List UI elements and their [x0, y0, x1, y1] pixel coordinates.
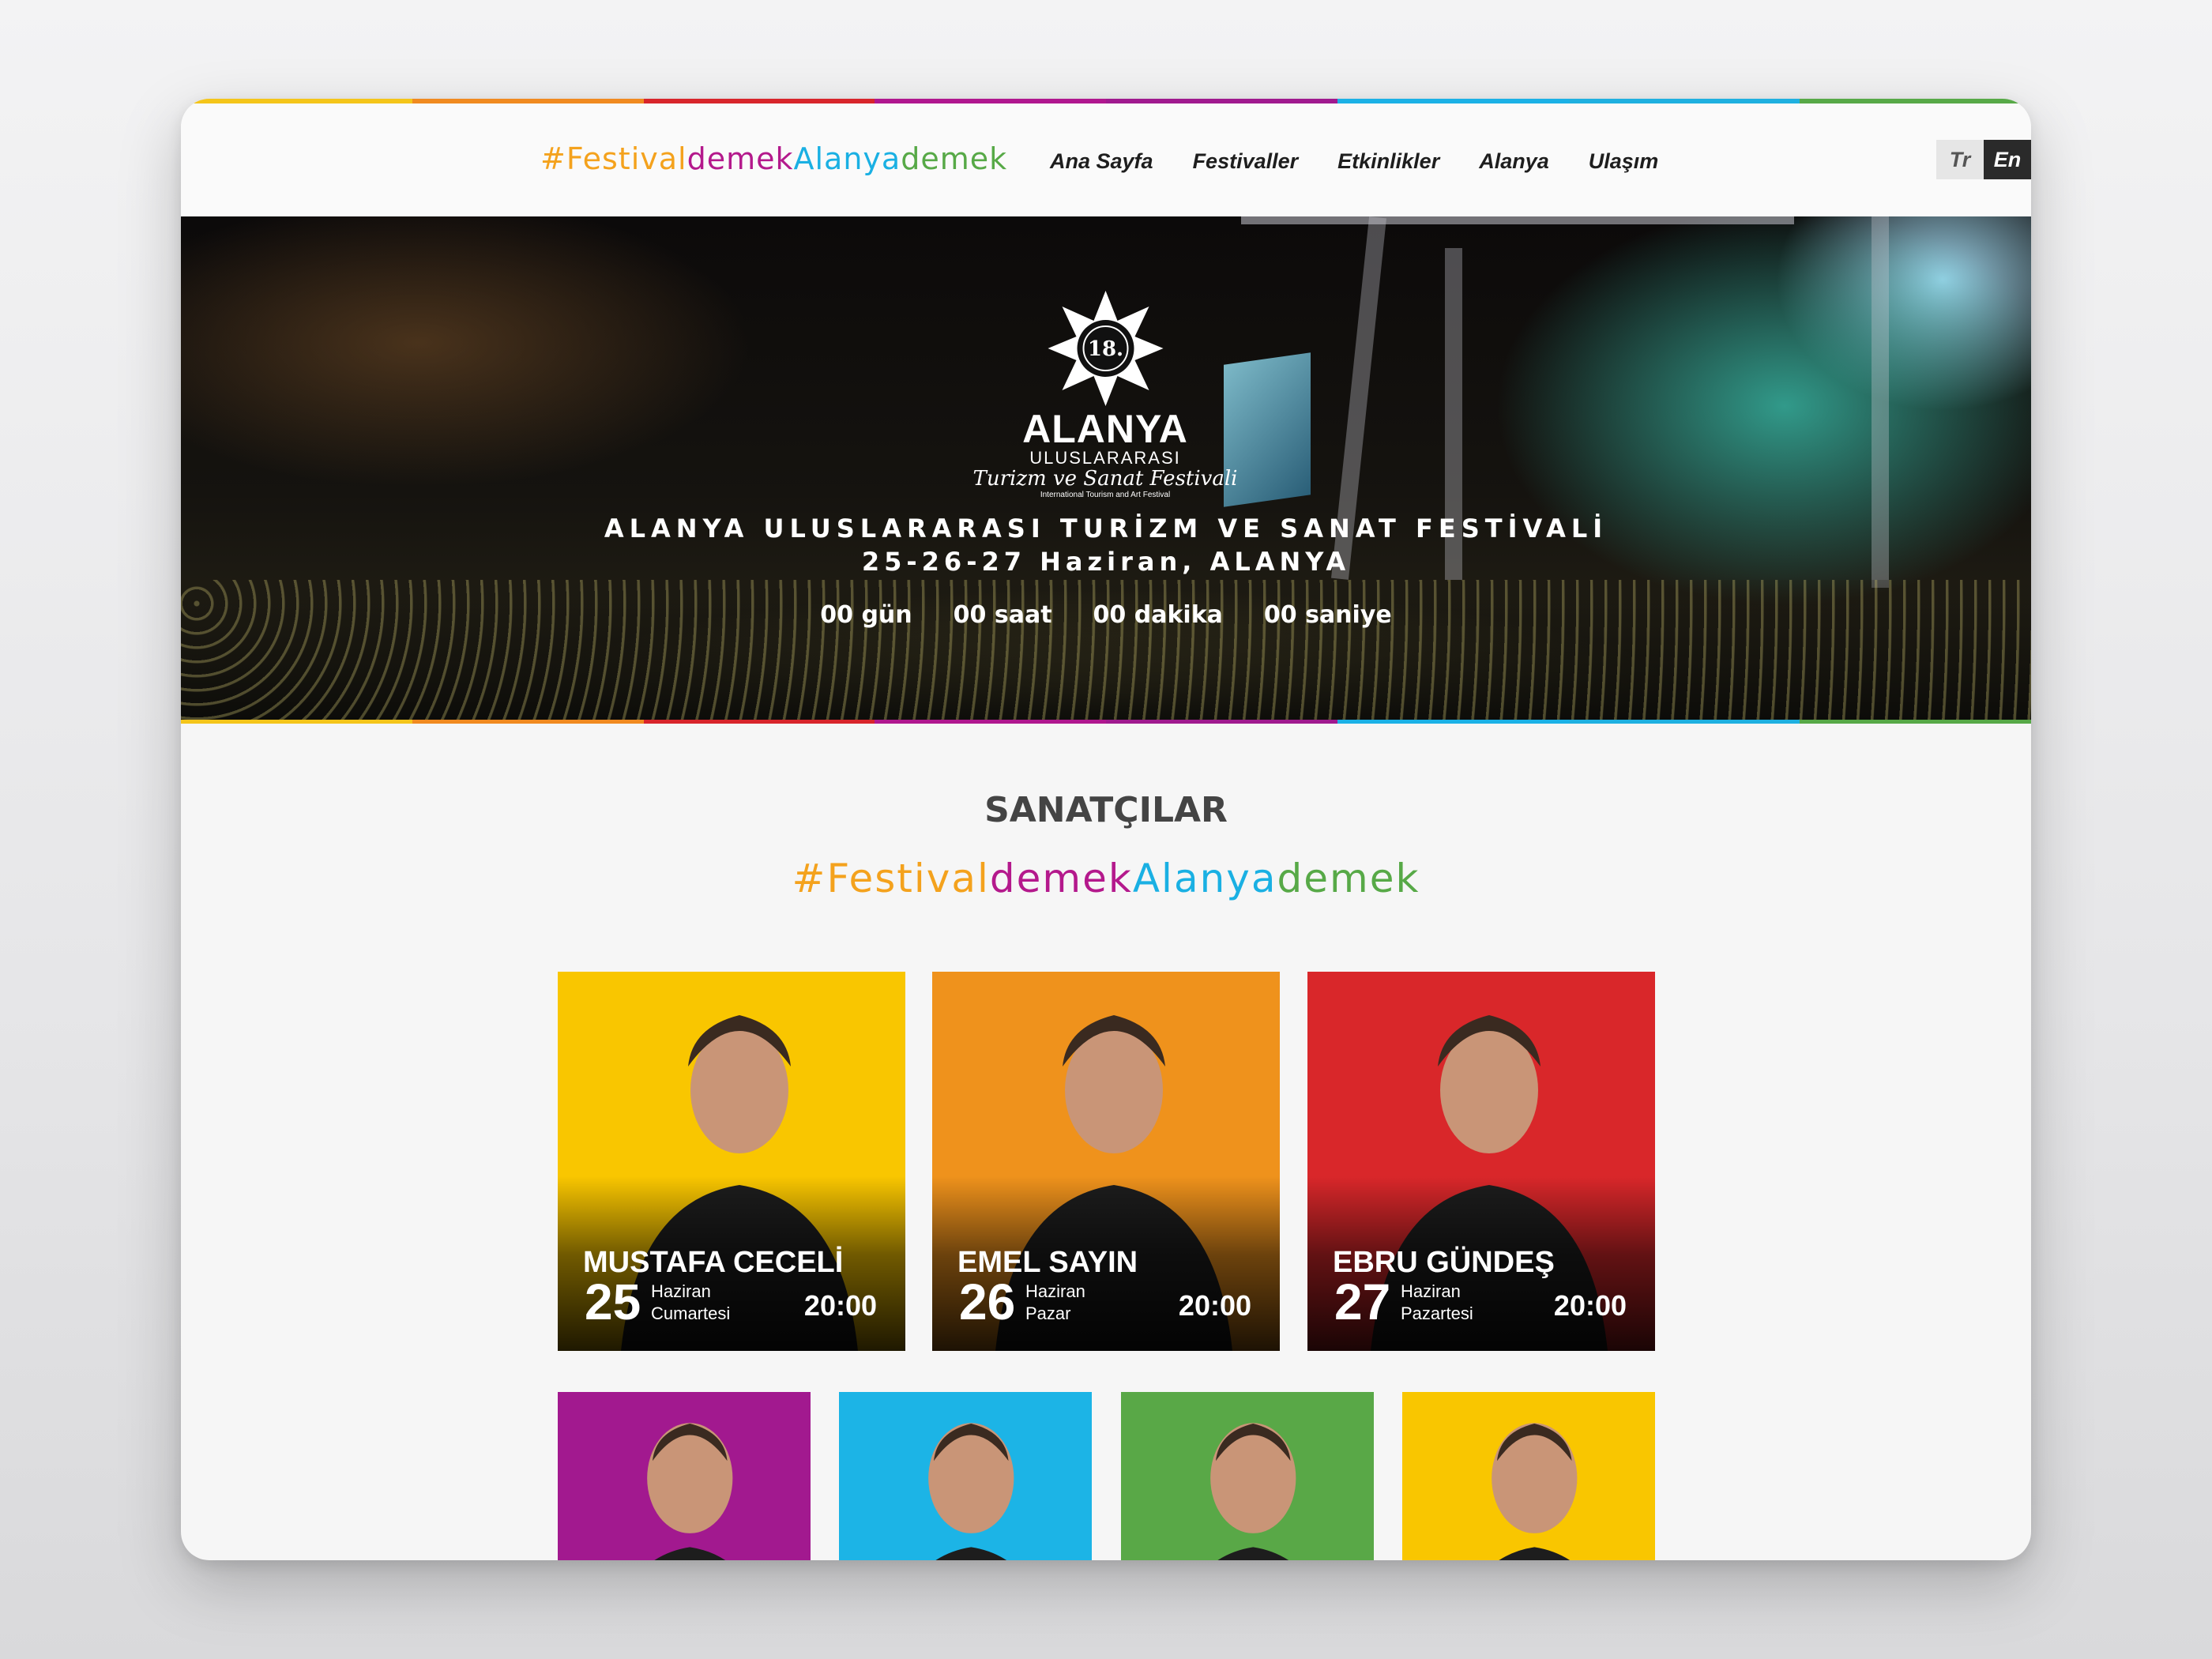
- logo-english: International Tourism and Art Festival: [1040, 490, 1171, 499]
- stripe-segment: [1568, 720, 1800, 724]
- stripe-segment: [1800, 720, 2031, 724]
- artist-card[interactable]: [558, 1392, 811, 1560]
- lang-en-button[interactable]: En: [1984, 140, 2031, 179]
- lang-tr-button[interactable]: Tr: [1936, 140, 1984, 179]
- countdown-timer: 00 gün 00 saat 00 dakika 00 saniye: [181, 601, 2031, 629]
- artist-weekday: Pazar: [1025, 1304, 1071, 1323]
- nav-item-festivaller[interactable]: Festivaller: [1193, 149, 1299, 174]
- hero-banner: 18. ALANYA ULUSLARARASI Turizm ve Sanat …: [181, 216, 2031, 722]
- stripe-segment: [412, 720, 644, 724]
- festival-star-badge-icon: 18.: [1048, 291, 1163, 406]
- artist-month: Haziran: [1401, 1281, 1461, 1301]
- hashtag-part: demek: [1277, 856, 1420, 901]
- brand-hashtag-logo[interactable]: #FestivaldemekAlanyademek: [540, 141, 1007, 176]
- nav-item-alanya[interactable]: Alanya: [1479, 149, 1549, 174]
- nav-item-ulasim[interactable]: Ulaşım: [1589, 149, 1659, 174]
- artist-month: Haziran: [1025, 1281, 1085, 1301]
- logo-uluslararasi: ULUSLARARASI: [1029, 448, 1181, 468]
- language-switcher: Tr En: [1936, 140, 2031, 179]
- countdown-hours: 00 saat: [953, 601, 1052, 629]
- nav-item-ana-sayfa[interactable]: Ana Sayfa: [1050, 149, 1153, 174]
- logo-alanya: ALANYA: [1022, 407, 1188, 451]
- hero-title: ALANYA ULUSLARARASI TURİZM VE SANAT FEST…: [604, 514, 1608, 544]
- countdown-minutes: 00 dakika: [1093, 601, 1223, 629]
- stripe-segment: [181, 720, 412, 724]
- festival-badge-number: 18.: [1087, 337, 1123, 361]
- hashtag-part: demek: [989, 856, 1133, 901]
- hashtag-part: Alanya: [1132, 856, 1277, 901]
- artist-card[interactable]: [1121, 1392, 1374, 1560]
- artist-photo: [1402, 1392, 1655, 1560]
- countdown-days: 00 gün: [820, 601, 912, 629]
- festival-logo: 18. ALANYA ULUSLARARASI Turizm ve Sanat …: [973, 289, 1238, 500]
- main-nav: Ana Sayfa Festivaller Etkinlikler Alanya…: [1050, 149, 1658, 174]
- site-header: #FestivaldemekAlanyademek Ana Sayfa Fest…: [181, 103, 2031, 216]
- artist-weekday: Pazartesi: [1401, 1304, 1473, 1323]
- artist-card[interactable]: [839, 1392, 1092, 1560]
- nav-item-etkinlikler[interactable]: Etkinlikler: [1337, 149, 1439, 174]
- hashtag-part: demek: [687, 141, 794, 176]
- browser-frame: #FestivaldemekAlanyademek Ana Sayfa Fest…: [181, 99, 2031, 1560]
- hero-bottom-stripe: [181, 720, 2031, 724]
- hero-date: 25-26-27 Haziran, ALANYA: [861, 547, 1351, 577]
- artist-time: 20:00: [1553, 1289, 1627, 1322]
- section-hashtag: #FestivaldemekAlanyademek: [181, 856, 2031, 901]
- hashtag-part: #Festival: [792, 856, 990, 901]
- stripe-segment: [1106, 720, 1337, 724]
- stripe-segment: [643, 720, 875, 724]
- logo-script: Turizm ve Sanat Festivali: [972, 467, 1238, 491]
- countdown-seconds: 00 saniye: [1263, 601, 1392, 629]
- section-title: SANATÇILAR: [984, 790, 1228, 830]
- hashtag-part: Alanya: [793, 141, 901, 176]
- artist-photo: [558, 1392, 811, 1560]
- stripe-segment: [875, 720, 1106, 724]
- hashtag-part: #Festival: [540, 141, 687, 176]
- stripe-segment: [1337, 720, 1569, 724]
- artist-time: 20:00: [803, 1289, 877, 1322]
- artist-card[interactable]: EBRU GÜNDEŞ 27 Haziran Pazartesi 20:00: [1307, 972, 1655, 1351]
- artist-card[interactable]: EMEL SAYIN 26 Haziran Pazar 20:00: [932, 972, 1280, 1351]
- artist-day: 27: [1334, 1273, 1391, 1330]
- artist-card[interactable]: [1402, 1392, 1655, 1560]
- artist-month: Haziran: [651, 1281, 711, 1301]
- artist-photo: [1121, 1392, 1374, 1560]
- artist-card[interactable]: MUSTAFA CECELİ 25 Haziran Cumartesi 20:0…: [558, 972, 905, 1351]
- hashtag-part: demek: [901, 141, 1008, 176]
- artist-photo: [839, 1392, 1092, 1560]
- artist-weekday: Cumartesi: [651, 1304, 731, 1323]
- artist-time: 20:00: [1178, 1289, 1251, 1322]
- artist-day: 26: [959, 1273, 1016, 1330]
- artist-day: 25: [585, 1273, 641, 1330]
